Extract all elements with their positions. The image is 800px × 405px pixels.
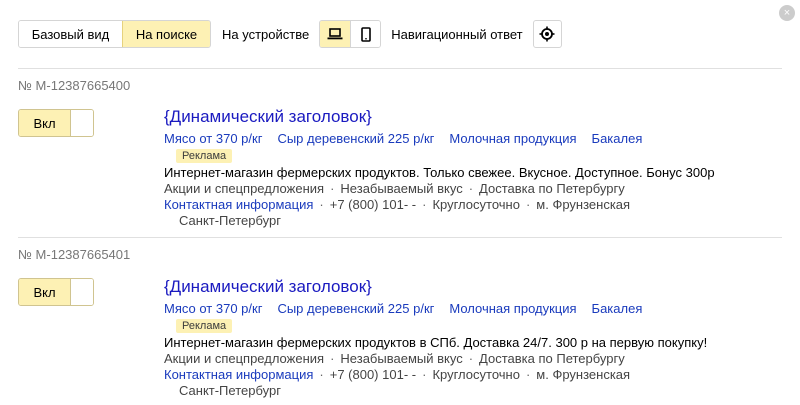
separator-dot: ·	[330, 181, 335, 196]
separator-dot: ·	[525, 367, 531, 382]
ad-badge: Реклама	[176, 149, 233, 163]
navigation-answer-button[interactable]	[532, 20, 562, 48]
ad-preview: {Динамический заголовок} Мясо от 370 р/к…	[164, 106, 764, 229]
view-mode-switch: Базовый вид На поиске	[18, 20, 211, 48]
sitelink[interactable]: Сыр деревенский 225 р/кг	[277, 301, 434, 317]
toggle-knob	[71, 110, 93, 136]
device-label: На устройстве	[222, 26, 310, 42]
navigation-answer-label: Навигационный ответ	[391, 26, 523, 42]
ad-badge: Реклама	[176, 319, 233, 333]
callouts: Акции и спецпредложения · Незабываемый вку…	[164, 351, 764, 367]
sitelink[interactable]: Бакалея	[592, 131, 643, 147]
ad-title-link[interactable]: {Динамический заголовок}	[164, 106, 764, 128]
separator-dot: ·	[422, 367, 427, 382]
contacts-row: Контактная информация · +7 (800) 101- - · Кр…	[164, 367, 764, 383]
phone-number: +7 (800) 101- -	[329, 367, 417, 382]
separator-dot: ·	[422, 197, 427, 212]
close-button[interactable]: ×	[779, 5, 795, 21]
contact-info-link[interactable]: Контактная информация	[164, 367, 313, 382]
metro-station: м. Фрунзенская	[536, 367, 631, 382]
separator-dot: ·	[330, 351, 335, 366]
contacts-row: Контактная информация · +7 (800) 101- - · Кр…	[164, 197, 764, 213]
callout: Акции и спецпредложения	[164, 181, 325, 196]
ad-toggle[interactable]: Вкл	[18, 278, 94, 306]
ad-toggle[interactable]: Вкл	[18, 109, 94, 137]
callout: Акции и спецпредложения	[164, 351, 325, 366]
ad-text: Интернет-магазин фермерских продуктов. Т…	[164, 165, 715, 180]
laptop-icon	[327, 28, 343, 40]
ad-preview: {Динамический заголовок} Мясо от 370 р/к…	[164, 276, 764, 399]
work-hours: Круглосуточно	[432, 367, 520, 382]
sitelink[interactable]: Сыр деревенский 225 р/кг	[277, 131, 434, 147]
sitelinks: Мясо от 370 р/кг Сыр деревенский 225 р/к…	[164, 301, 764, 317]
contact-info-link[interactable]: Контактная информация	[164, 197, 313, 212]
callout: Незабываемый вкус	[340, 181, 463, 196]
ad-title-link[interactable]: {Динамический заголовок}	[164, 276, 764, 298]
phone-number: +7 (800) 101- -	[329, 197, 417, 212]
mobile-phone-icon	[360, 26, 371, 42]
desktop-device-button[interactable]	[320, 21, 351, 47]
preview-toolbar: Базовый вид На поиске На устройстве Нави…	[18, 20, 562, 48]
toggle-knob	[71, 279, 93, 305]
search-view-button[interactable]: На поиске	[122, 21, 210, 47]
toggle-label: Вкл	[19, 110, 71, 136]
separator-dot: ·	[319, 197, 324, 212]
device-switch	[319, 20, 382, 48]
separator-dot: ·	[468, 181, 474, 196]
section-divider	[18, 237, 782, 238]
callouts: Акции и спецпредложения · Незабываемый вку…	[164, 181, 764, 197]
callout: Доставка по Петербургу	[479, 351, 625, 366]
callout: Незабываемый вкус	[340, 351, 463, 366]
sitelink[interactable]: Мясо от 370 р/кг	[164, 301, 262, 317]
metro-station: м. Фрунзенская	[536, 197, 631, 212]
separator-dot: ·	[525, 197, 531, 212]
mobile-device-button[interactable]	[350, 21, 381, 47]
sitelink[interactable]: Бакалея	[592, 301, 643, 317]
basic-view-button[interactable]: Базовый вид	[19, 21, 122, 47]
sitelink[interactable]: Молочная продукция	[449, 131, 576, 147]
ad-number: № M-12387665401	[18, 247, 131, 262]
separator-dot: ·	[319, 367, 324, 382]
ad-text: Интернет-магазин фермерских продуктов в …	[164, 335, 708, 350]
sitelink[interactable]: Молочная продукция	[449, 301, 576, 317]
callout: Доставка по Петербургу	[479, 181, 625, 196]
ad-number: № M-12387665400	[18, 78, 131, 93]
sitelink[interactable]: Мясо от 370 р/кг	[164, 131, 262, 147]
toggle-label: Вкл	[19, 279, 71, 305]
section-divider	[18, 68, 782, 69]
work-hours: Круглосуточно	[432, 197, 520, 212]
city: Санкт-Петербург	[179, 383, 281, 398]
target-icon	[539, 26, 555, 42]
separator-dot: ·	[468, 351, 474, 366]
sitelinks: Мясо от 370 р/кг Сыр деревенский 225 р/к…	[164, 131, 764, 147]
city: Санкт-Петербург	[179, 213, 281, 228]
